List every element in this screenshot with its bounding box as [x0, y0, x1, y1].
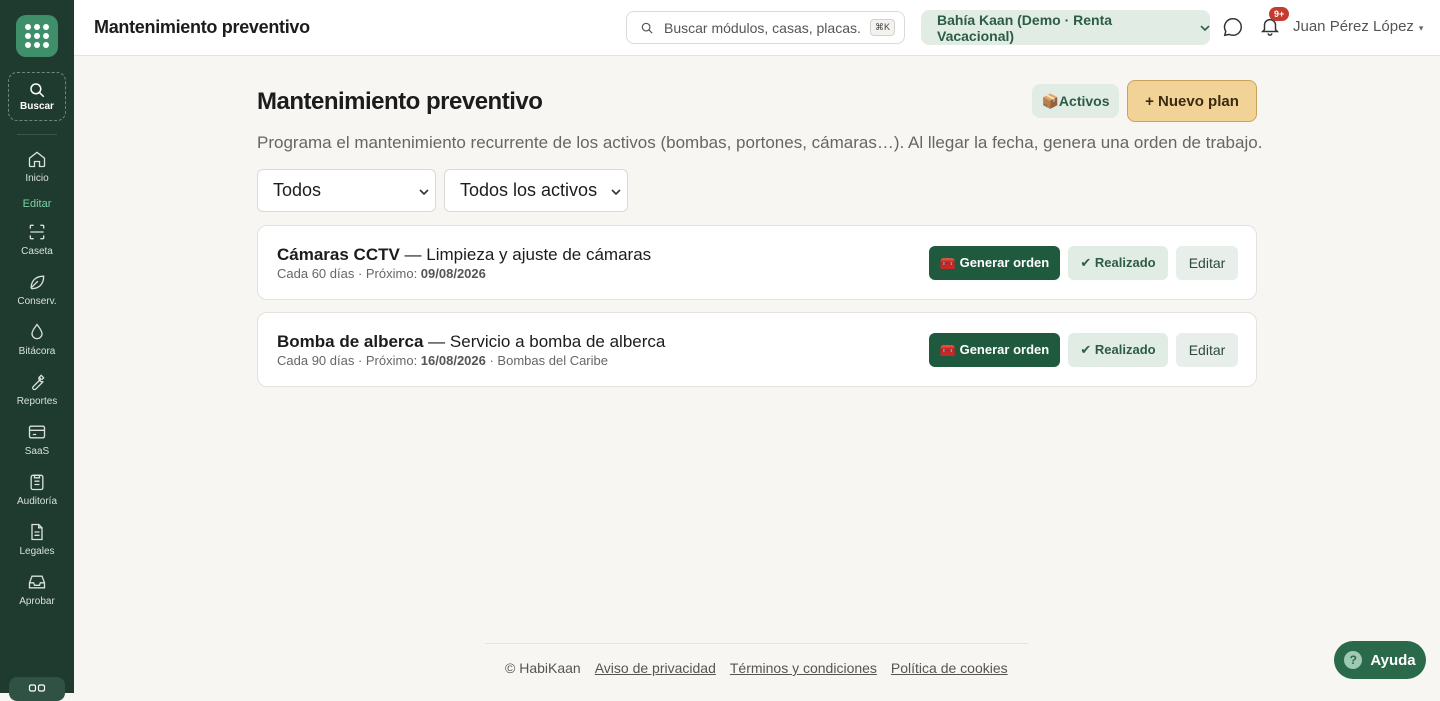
sidebar-item-bitacora[interactable]: Bitácora [0, 322, 74, 357]
apps-grid-icon[interactable] [16, 15, 58, 57]
plan-frequency: Cada 90 días · Próximo: [277, 353, 421, 368]
sidebar-item-label: Conserv. [17, 296, 57, 307]
user-menu[interactable]: Juan Pérez López ▾ [1293, 18, 1423, 35]
generate-order-button[interactable]: 🧰 Generar orden [929, 246, 1060, 280]
caret-down-icon: ▾ [1418, 23, 1424, 33]
tenant-selector[interactable]: Bahía Kaan (Demo · Renta Vacacional) [921, 10, 1210, 45]
plan-card: Bomba de alberca — Servicio a bomba de a… [257, 312, 1257, 387]
status-filter-value: Todos [273, 180, 322, 200]
edit-button[interactable]: Editar [1176, 246, 1238, 280]
sidebar-item-auditoria[interactable]: Auditoría [0, 472, 74, 507]
privacy-link[interactable]: Aviso de privacidad [595, 660, 716, 676]
plan-title: Cámaras CCTV — Limpieza y ajuste de cáma… [277, 245, 651, 265]
sidebar: Buscar Inicio Editar Caseta Conserv. Bit… [0, 0, 74, 701]
sidebar-more-button[interactable] [9, 677, 65, 701]
messages-button[interactable] [1222, 16, 1244, 38]
mark-done-button[interactable]: ✔ Realizado [1068, 246, 1168, 280]
sidebar-item-saas[interactable]: SaaS [0, 422, 74, 457]
sidebar-item-label: Auditoría [16, 496, 58, 507]
sidebar-item-aprobar[interactable]: Aprobar [0, 572, 74, 607]
search-icon [641, 22, 653, 34]
chevron-down-icon [1200, 24, 1210, 31]
chevron-down-icon [419, 189, 429, 196]
cookies-link[interactable]: Política de cookies [891, 660, 1008, 676]
card-icon [28, 425, 46, 439]
chat-icon [1223, 18, 1242, 37]
search-placeholder: Buscar módulos, casas, placas... [664, 19, 862, 36]
assets-button[interactable]: 📦Activos [1032, 84, 1119, 118]
user-name: Juan Pérez López [1293, 18, 1414, 35]
content-title: Mantenimiento preventivo [257, 88, 543, 115]
new-plan-button[interactable]: + Nuevo plan [1127, 80, 1257, 122]
help-button[interactable]: ? Ayuda [1334, 641, 1426, 679]
leaf-icon [30, 275, 45, 290]
plan-asset: Bomba de alberca [277, 332, 424, 351]
sidebar-search-label: Buscar [20, 101, 54, 112]
plan-task: — Servicio a bomba de alberca [423, 332, 666, 351]
terms-link[interactable]: Términos y condiciones [730, 660, 877, 676]
sidebar-item-label: Aprobar [19, 596, 55, 607]
sidebar-item-conserv[interactable]: Conserv. [0, 272, 74, 307]
drop-icon [31, 323, 43, 340]
sidebar-item-label: Caseta [21, 246, 53, 257]
sidebar-item-caseta[interactable]: Caseta [0, 222, 74, 257]
document-icon [31, 523, 43, 541]
layout-icon [28, 684, 46, 692]
sidebar-item-label: Inicio [25, 173, 49, 184]
help-label: Ayuda [1370, 651, 1416, 669]
footer-copyright: © HabiKaan [505, 660, 581, 676]
sidebar-search-button[interactable]: Buscar [8, 72, 66, 121]
mark-done-button[interactable]: ✔ Realizado [1068, 333, 1168, 367]
plan-provider: · Bombas del Caribe [485, 353, 608, 368]
plan-task: — Limpieza y ajuste de cámaras [399, 245, 652, 264]
plan-next-date: 16/08/2026 [420, 353, 486, 368]
sidebar-item-inicio[interactable]: Inicio [0, 149, 74, 184]
asset-filter-select[interactable]: Todos los activos [444, 169, 628, 212]
status-filter-select[interactable]: Todos [257, 169, 436, 212]
chevron-down-icon [611, 189, 621, 196]
search-shortcut: ⌘K [870, 19, 896, 36]
sidebar-section-label: Editar [22, 198, 52, 210]
sidebar-item-label: Reportes [16, 396, 58, 407]
plan-title: Bomba de alberca — Servicio a bomba de a… [277, 332, 665, 352]
clipboard-icon [30, 474, 44, 491]
search-icon [30, 83, 45, 98]
plan-frequency: Cada 60 días · Próximo: [277, 266, 421, 281]
plan-meta: Cada 90 días · Próximo: 16/08/2026 · Bom… [277, 353, 608, 368]
footer: © HabiKaan Aviso de privacidad Términos … [505, 660, 1022, 676]
tenant-label: Bahía Kaan (Demo · Renta Vacacional) [937, 11, 1113, 44]
question-icon: ? [1344, 651, 1363, 669]
sidebar-item-label: Legales [19, 546, 55, 557]
notifications-badge: 9+ [1269, 7, 1290, 21]
plan-card: Cámaras CCTV — Limpieza y ajuste de cáma… [257, 225, 1257, 300]
plan-asset: Cámaras CCTV [277, 245, 400, 264]
footer-divider [485, 643, 1028, 644]
sidebar-item-reportes[interactable]: Reportes [0, 372, 74, 407]
generate-order-button[interactable]: 🧰 Generar orden [929, 333, 1060, 367]
sidebar-divider [17, 134, 57, 135]
asset-filter-value: Todos los activos [460, 180, 598, 200]
page-description: Programa el mantenimiento recurrente de … [257, 133, 1263, 152]
sidebar-item-label: Bitácora [18, 346, 56, 357]
inbox-icon [28, 575, 46, 589]
edit-button[interactable]: Editar [1176, 333, 1238, 367]
scan-icon [29, 224, 45, 240]
plan-meta: Cada 60 días · Próximo: 09/08/2026 [277, 266, 486, 281]
home-icon [28, 151, 46, 168]
page-title: Mantenimiento preventivo [94, 17, 310, 37]
search-input[interactable]: Buscar módulos, casas, placas... ⌘K [626, 11, 905, 44]
sidebar-item-label: SaaS [24, 446, 50, 457]
wrench-icon [32, 374, 45, 391]
plan-next-date: 09/08/2026 [420, 266, 486, 281]
sidebar-item-legales[interactable]: Legales [0, 522, 74, 557]
topbar: Mantenimiento preventivo Buscar módulos,… [74, 0, 1440, 56]
